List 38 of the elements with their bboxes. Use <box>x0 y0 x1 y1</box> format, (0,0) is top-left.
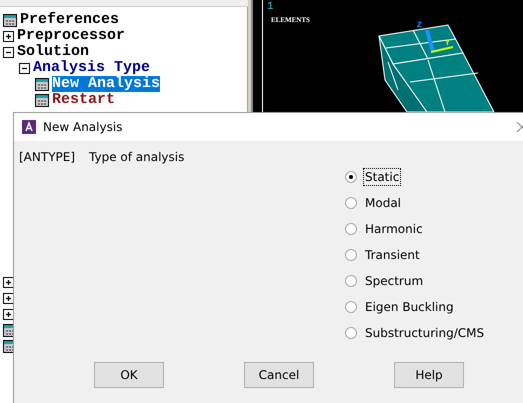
radio-label[interactable]: Modal <box>363 194 403 212</box>
expand-icon[interactable] <box>3 276 14 288</box>
collapse-icon[interactable] <box>19 62 30 74</box>
radio-button[interactable] <box>345 301 357 313</box>
command-name: [ANTYPE] <box>19 150 76 164</box>
radio-button[interactable] <box>345 171 357 183</box>
expand-icon[interactable] <box>3 30 14 42</box>
menu-item[interactable]: Solution <box>17 44 90 60</box>
menu-item[interactable]: New Analysis <box>52 76 160 92</box>
menu-item[interactable]: Analysis Type <box>33 60 150 76</box>
radio-button[interactable] <box>345 223 357 235</box>
menu-item[interactable]: Preferences <box>20 12 120 28</box>
radio-button[interactable] <box>345 327 357 339</box>
radio-label[interactable]: Harmonic <box>363 220 425 238</box>
radio-label[interactable]: Substructuring/CMS <box>363 324 486 342</box>
dialog-title: New Analysis <box>43 120 122 134</box>
menu-item-icon <box>35 78 49 90</box>
expand-icon[interactable] <box>3 292 14 304</box>
dialog-button[interactable]: Help <box>394 362 464 388</box>
collapse-icon[interactable] <box>3 46 14 58</box>
app-icon <box>22 120 36 134</box>
radio-button[interactable] <box>345 249 357 261</box>
radio-button[interactable] <box>345 275 357 287</box>
axis-triad-drawing: Z Y <box>417 21 454 53</box>
dialog-button[interactable]: Cancel <box>244 362 314 388</box>
radio-label[interactable]: Eigen Buckling <box>363 298 456 316</box>
prompt-label: Type of analysis <box>89 150 184 164</box>
radio-label[interactable]: Static <box>363 168 402 186</box>
expand-icon[interactable] <box>3 308 14 320</box>
menu-item[interactable]: Restart <box>52 92 116 108</box>
radio-label[interactable]: Spectrum <box>363 272 426 290</box>
radio-button[interactable] <box>345 197 357 209</box>
radio-label[interactable]: Transient <box>363 246 422 264</box>
menu-item-icon <box>3 14 17 26</box>
dialog-button[interactable]: OK <box>94 362 164 388</box>
menu-item-icon <box>35 94 49 106</box>
window-number: 1 <box>267 2 274 13</box>
menu-item[interactable]: Preprocessor <box>17 28 126 44</box>
